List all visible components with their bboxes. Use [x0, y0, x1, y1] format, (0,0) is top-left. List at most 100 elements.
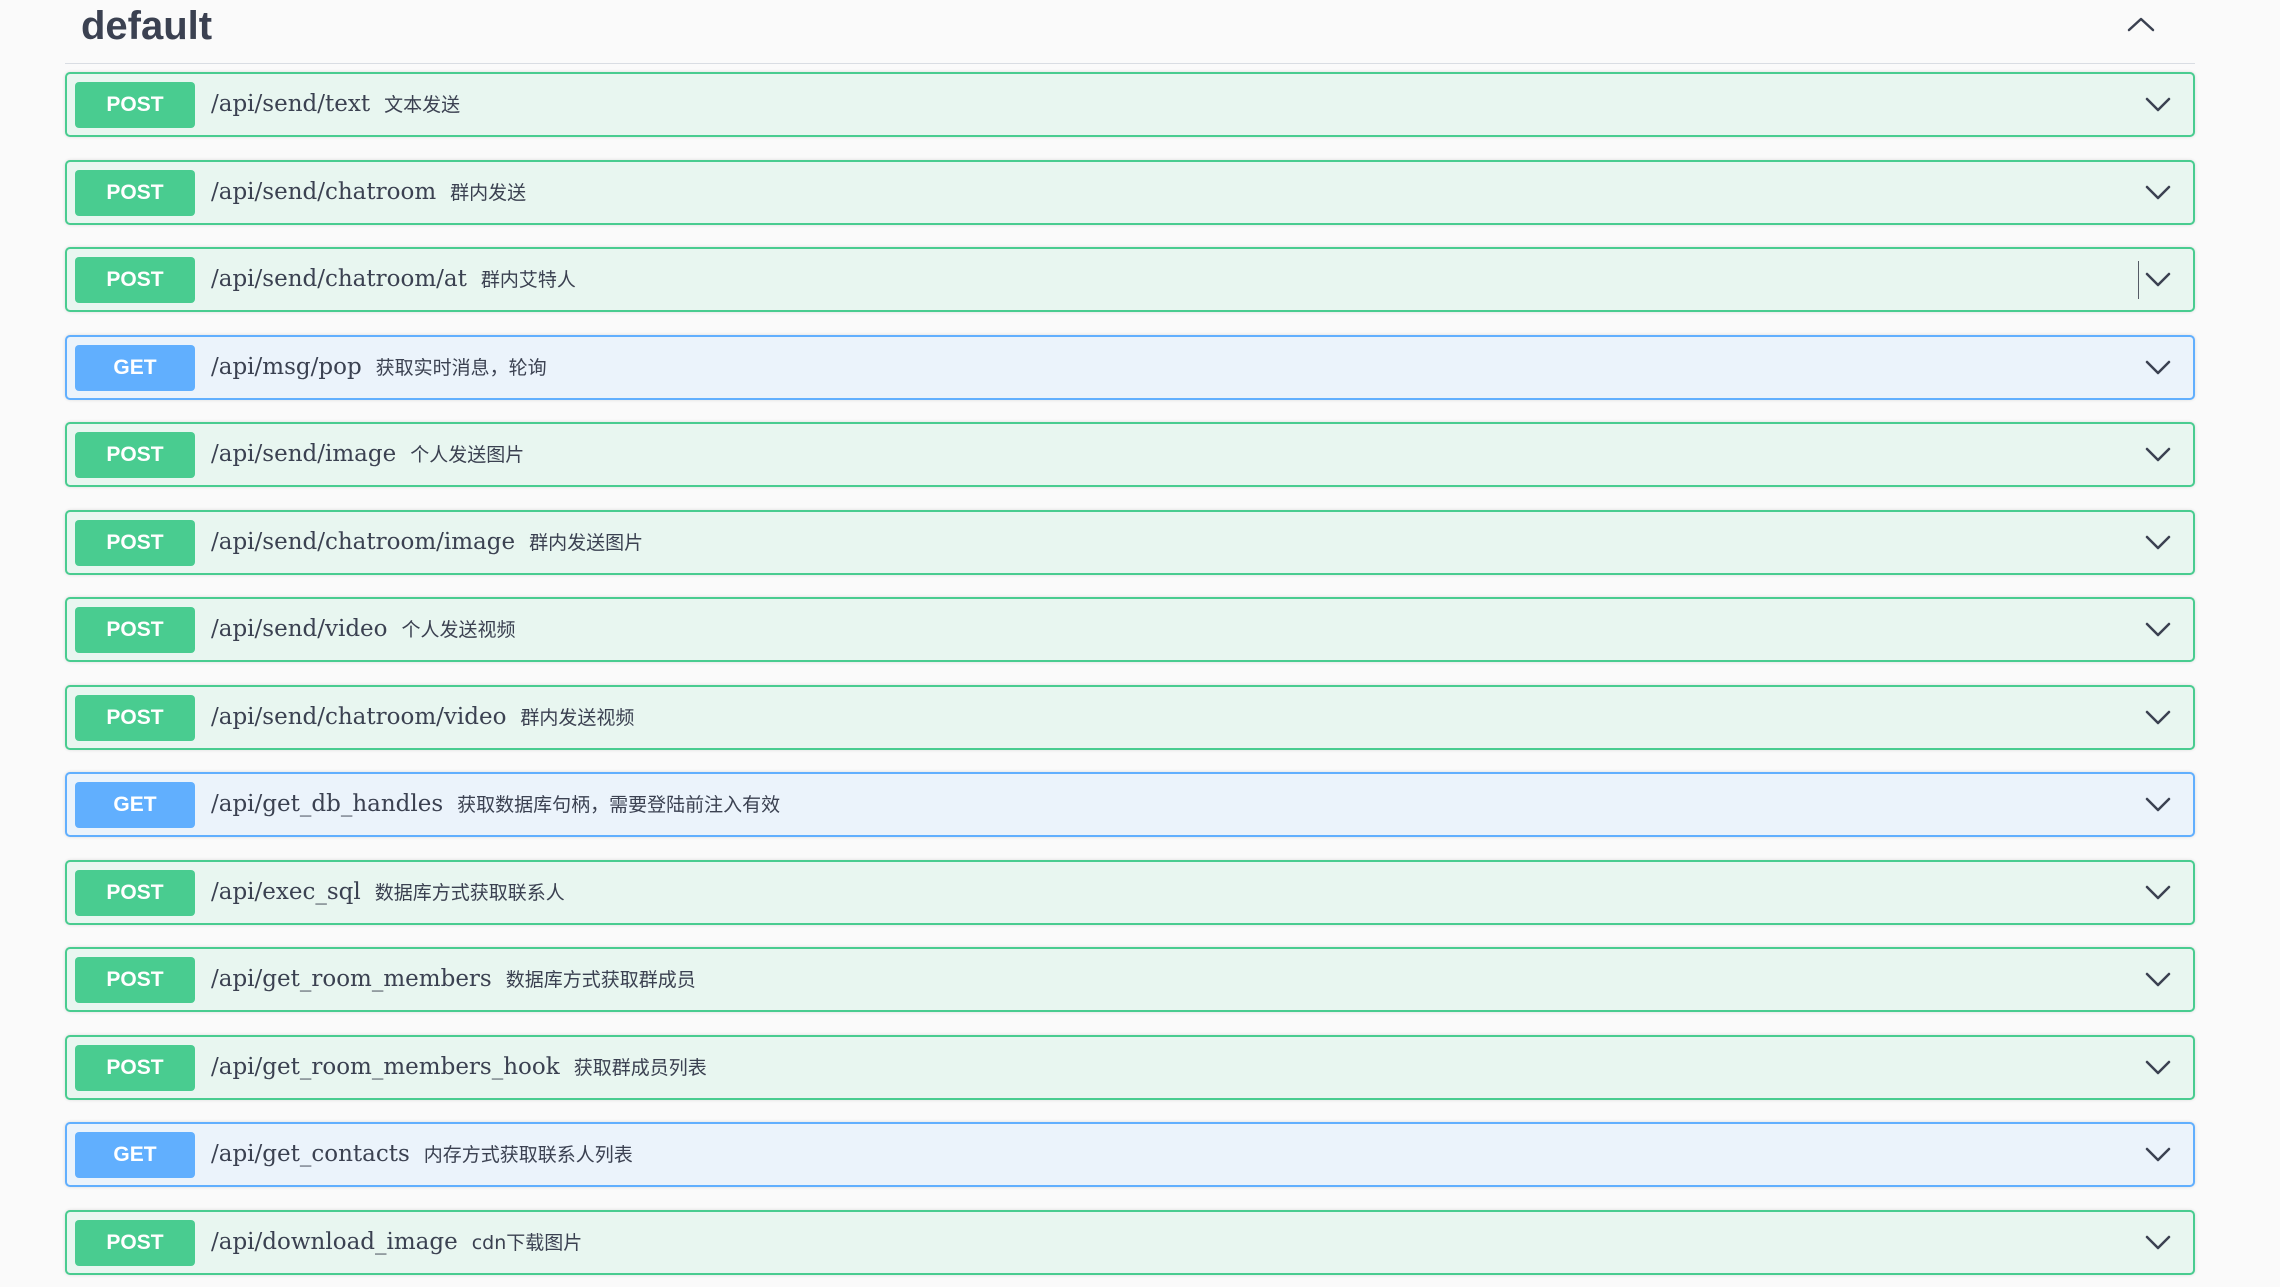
chevron-down-icon [2145, 710, 2171, 724]
expand-operation-button[interactable] [2143, 1140, 2173, 1168]
http-method-badge: POST [75, 432, 195, 478]
operation-row[interactable]: POST/api/exec_sql 数据库方式获取联系人 [65, 859, 2195, 925]
operation-row[interactable]: POST/api/send/image 个人发送图片 [65, 422, 2195, 487]
operation-row[interactable]: POST/api/send/chatroom/image 群内发送图片 [65, 509, 2195, 575]
chevron-down-icon [2145, 360, 2171, 374]
swagger-page: default POST/api/send/text 文本发送 POST/api/s… [0, 0, 2280, 1287]
endpoint-path: /api/get_db_handles [211, 791, 444, 817]
operation-summary: /api/get_db_handles 获取数据库句柄，需要登陆前注入有效 [211, 774, 780, 835]
endpoint-path: /api/send/video [211, 616, 388, 642]
chevron-down-icon [2145, 1147, 2171, 1162]
expand-operation-button[interactable] [2143, 1228, 2173, 1256]
operation-row[interactable]: POST/api/download_image cdn下载图片 [65, 1209, 2195, 1275]
endpoint-description: 群内发送图片 [529, 531, 644, 554]
expand-operation-button[interactable] [2143, 178, 2173, 206]
endpoint-description: 个人发送图片 [410, 444, 525, 466]
chevron-down-icon [2145, 97, 2171, 112]
operation-summary: /api/send/chatroom/video 群内发送视频 [211, 687, 634, 748]
http-method-badge: POST [75, 1219, 195, 1266]
endpoint-description: 内存方式获取联系人列表 [423, 1144, 633, 1166]
endpoint-path: /api/get_contacts [211, 1141, 410, 1167]
endpoint-path: /api/get_room_members [211, 966, 492, 992]
operation-summary: /api/send/image 个人发送图片 [211, 424, 524, 485]
expand-operation-button[interactable] [2143, 265, 2173, 293]
endpoint-description: 获取实时消息，轮询 [375, 356, 547, 379]
operation-summary: /api/get_room_members 数据库方式获取群成员 [211, 949, 696, 1010]
expand-operation-button[interactable] [2143, 878, 2173, 906]
endpoint-description: cdn下载图片 [471, 1231, 583, 1254]
operation-row[interactable]: GET/api/get_contacts 内存方式获取联系人列表 [65, 1122, 2195, 1187]
endpoint-description: 数据库方式获取联系人 [374, 881, 565, 904]
endpoint-path: /api/msg/pop [211, 353, 362, 380]
endpoint-description: 群内发送视频 [520, 706, 635, 729]
expand-operation-button[interactable] [2143, 528, 2173, 556]
expand-operation-button[interactable] [2143, 440, 2173, 468]
operation-row[interactable]: POST/api/send/chatroom/at 群内艾特人 [65, 247, 2195, 312]
chevron-down-icon [2145, 185, 2171, 199]
expand-operation-button[interactable] [2143, 703, 2173, 731]
endpoint-path: /api/download_image [211, 1228, 458, 1255]
endpoint-path: /api/send/chatroom/video [211, 703, 507, 730]
endpoint-description: 群内发送 [450, 181, 527, 204]
operation-row[interactable]: POST/api/send/chatroom/video 群内发送视频 [65, 684, 2195, 750]
section-title: default [81, 4, 213, 48]
divider [2138, 261, 2139, 299]
http-method-badge: POST [75, 169, 195, 216]
endpoint-path: /api/get_room_members_hook [211, 1053, 560, 1080]
http-method-badge: POST [75, 607, 195, 653]
chevron-down-icon [2145, 797, 2171, 812]
http-method-badge: POST [75, 694, 195, 741]
chevron-down-icon [2145, 1060, 2171, 1074]
endpoint-description: 群内艾特人 [480, 269, 576, 291]
section-header-default[interactable]: default [65, 0, 2195, 64]
expand-operation-button[interactable] [2143, 615, 2173, 643]
operation-summary: /api/get_room_members_hook 获取群成员列表 [211, 1037, 707, 1098]
http-method-badge: POST [75, 82, 195, 128]
endpoint-path: /api/send/text [211, 91, 371, 117]
http-method-badge: POST [75, 957, 195, 1003]
operation-row[interactable]: POST/api/get_room_members 数据库方式获取群成员 [65, 947, 2195, 1012]
operation-summary: /api/send/chatroom/image 群内发送图片 [211, 512, 643, 573]
expand-operation-button[interactable] [2143, 353, 2173, 381]
operation-row[interactable]: POST/api/send/video 个人发送视频 [65, 597, 2195, 662]
chevron-down-icon [2145, 447, 2171, 462]
chevron-down-icon [2145, 272, 2171, 287]
operation-summary: /api/msg/pop 获取实时消息，轮询 [211, 337, 547, 398]
operation-summary: /api/download_image cdn下载图片 [211, 1212, 582, 1273]
operation-row[interactable]: POST/api/send/text 文本发送 [65, 72, 2195, 137]
chevron-down-icon [2145, 1235, 2171, 1249]
chevron-down-icon [2145, 535, 2171, 549]
operation-summary: /api/send/chatroom 群内发送 [211, 162, 526, 223]
operation-summary: /api/send/video 个人发送视频 [211, 599, 516, 660]
operation-row[interactable]: GET/api/msg/pop 获取实时消息，轮询 [65, 334, 2195, 400]
expand-operation-button[interactable] [2143, 90, 2173, 118]
endpoint-description: 数据库方式获取群成员 [505, 969, 696, 991]
operation-summary: /api/send/chatroom/at 群内艾特人 [211, 249, 576, 310]
section-collapse-button[interactable] [2123, 10, 2159, 40]
http-method-badge: POST [75, 257, 195, 303]
http-method-badge: POST [75, 1044, 195, 1091]
endpoint-path: /api/send/chatroom/image [211, 528, 516, 555]
chevron-down-icon [2145, 972, 2171, 987]
expand-operation-button[interactable] [2143, 1053, 2173, 1081]
endpoint-description: 获取数据库句柄，需要登陆前注入有效 [457, 794, 781, 816]
chevron-down-icon [2145, 885, 2171, 899]
http-method-badge: POST [75, 519, 195, 566]
chevron-up-icon [2127, 17, 2155, 32]
operation-row[interactable]: GET/api/get_db_handles 获取数据库句柄，需要登陆前注入有效 [65, 772, 2195, 837]
operation-summary: /api/get_contacts 内存方式获取联系人列表 [211, 1124, 633, 1185]
http-method-badge: POST [75, 869, 195, 916]
endpoint-path: /api/send/chatroom [211, 178, 437, 205]
expand-operation-button[interactable] [2143, 790, 2173, 818]
endpoint-path: /api/send/chatroom/at [211, 266, 467, 292]
operation-row[interactable]: POST/api/send/chatroom 群内发送 [65, 159, 2195, 225]
endpoint-description: 文本发送 [384, 94, 461, 116]
operation-summary: /api/exec_sql 数据库方式获取联系人 [211, 862, 565, 923]
chevron-down-icon [2145, 622, 2171, 637]
operation-row[interactable]: POST/api/get_room_members_hook 获取群成员列表 [65, 1034, 2195, 1100]
endpoint-path: /api/exec_sql [211, 878, 361, 905]
endpoint-description: 个人发送视频 [401, 619, 516, 641]
operation-summary: /api/send/text 文本发送 [211, 74, 460, 135]
endpoint-description: 获取群成员列表 [573, 1056, 707, 1079]
expand-operation-button[interactable] [2143, 965, 2173, 993]
